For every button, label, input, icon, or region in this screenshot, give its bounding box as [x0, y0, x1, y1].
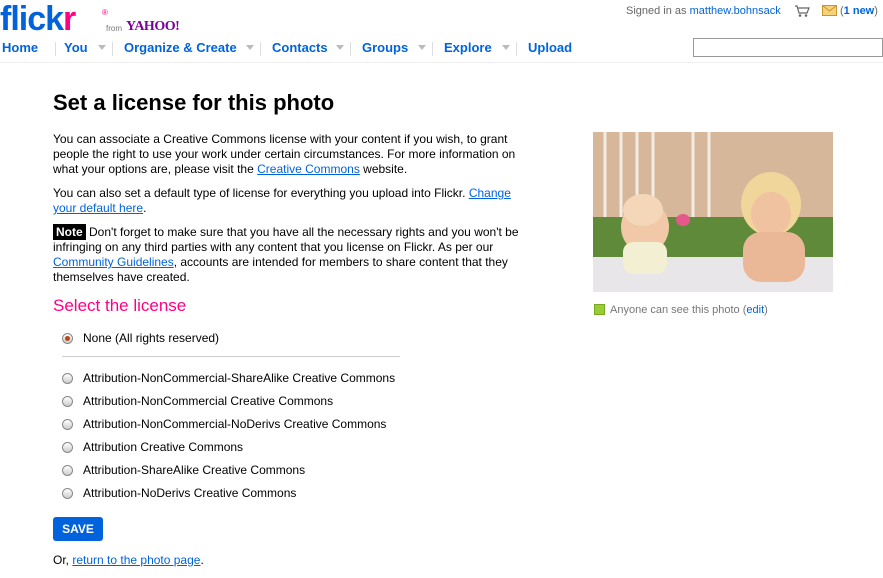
radio-selected[interactable]	[62, 333, 73, 344]
nav-divider	[0, 62, 883, 63]
creative-commons-link[interactable]: Creative Commons	[257, 162, 360, 176]
intro-paragraph: You can associate a Creative Commons lic…	[53, 132, 533, 177]
radio-unselected[interactable]	[62, 419, 73, 430]
license-option[interactable]: Attribution-NonCommercial-NoDerivs Creat…	[62, 417, 386, 431]
default-license-paragraph: You can also set a default type of licen…	[53, 186, 533, 216]
messages-count-link[interactable]: 1 new	[844, 5, 875, 17]
nav-separator	[55, 42, 56, 56]
nav-organize-create[interactable]: Organize & Create	[124, 40, 237, 55]
return-to-photo-link[interactable]: return to the photo page	[72, 553, 200, 567]
photo-thumbnail[interactable]	[593, 132, 833, 292]
search-input[interactable]	[693, 38, 883, 57]
license-option-label: None (All rights reserved)	[83, 331, 220, 345]
logo-text-main: flick	[0, 0, 64, 38]
nav-you-dropdown-icon[interactable]	[98, 45, 106, 50]
flickr-logo[interactable]: flickr ® from YAHOO!	[0, 0, 180, 38]
nav-separator	[432, 42, 433, 56]
nav-upload[interactable]: Upload	[528, 40, 572, 55]
privacy-green-icon	[594, 304, 605, 315]
radio-unselected[interactable]	[62, 442, 73, 453]
license-option[interactable]: Attribution-NonCommercial Creative Commo…	[62, 394, 333, 408]
default-text-end: .	[143, 201, 147, 215]
select-license-heading: Select the license	[53, 296, 187, 315]
radio-unselected[interactable]	[62, 373, 73, 384]
logo-from-text: from	[106, 24, 122, 33]
page-title: Set a license for this photo	[53, 90, 335, 115]
privacy-status: Anyone can see this photo (edit)	[594, 304, 768, 316]
license-option[interactable]: Attribution-ShareAlike Creative Commons	[62, 463, 305, 477]
nav-home[interactable]: Home	[2, 40, 38, 55]
nav-separator	[112, 42, 113, 56]
nav-you[interactable]: You	[64, 40, 88, 55]
new-messages-indicator: (1 new)	[840, 5, 878, 17]
privacy-paren-close: )	[764, 304, 768, 316]
signed-in-status: Signed in as matthew.bohnsack	[626, 5, 781, 17]
nav-contacts[interactable]: Contacts	[272, 40, 328, 55]
nav-groups-dropdown-icon[interactable]	[418, 45, 426, 50]
nav-separator	[260, 42, 261, 56]
license-option[interactable]: Attribution-NonCommercial-ShareAlike Cre…	[62, 371, 395, 385]
license-option-label: Attribution-NonCommercial-NoDerivs Creat…	[83, 417, 387, 431]
nav-explore[interactable]: Explore	[444, 40, 492, 55]
signed-in-label: Signed in as	[626, 5, 687, 17]
radio-unselected[interactable]	[62, 488, 73, 499]
note-text: Don't forget to make sure that you have …	[53, 225, 519, 254]
cart-icon[interactable]	[794, 4, 810, 18]
return-prefix: Or,	[53, 553, 70, 567]
yahoo-logo: YAHOO!	[126, 19, 180, 34]
license-option-label: Attribution-NonCommercial-ShareAlike Cre…	[83, 371, 396, 385]
return-suffix: .	[200, 553, 204, 567]
license-option-label: Attribution-NoDerivs Creative Commons	[83, 486, 297, 500]
license-option-label: Attribution-NonCommercial Creative Commo…	[83, 394, 334, 408]
license-option-none[interactable]: None (All rights reserved)	[62, 331, 219, 345]
nav-groups[interactable]: Groups	[362, 40, 408, 55]
license-option-label: Attribution-ShareAlike Creative Commons	[83, 463, 306, 477]
radio-unselected[interactable]	[62, 465, 73, 476]
nav-separator	[516, 42, 517, 56]
logo-text-accent: r	[63, 0, 76, 38]
community-guidelines-link[interactable]: Community Guidelines	[53, 255, 174, 269]
nav-organize-dropdown-icon[interactable]	[246, 45, 254, 50]
mail-icon[interactable]	[822, 5, 837, 16]
logo-reg-mark: ®	[102, 8, 108, 17]
license-option-label: Attribution Creative Commons	[83, 440, 244, 454]
nav-explore-dropdown-icon[interactable]	[502, 45, 510, 50]
note-paragraph: Note Don't forget to make sure that you …	[53, 224, 533, 285]
license-option[interactable]: Attribution-NoDerivs Creative Commons	[62, 486, 296, 500]
note-badge: Note	[53, 224, 86, 240]
license-option[interactable]: Attribution Creative Commons	[62, 440, 243, 454]
return-line: Or, return to the photo page.	[53, 553, 204, 567]
username-link[interactable]: matthew.bohnsack	[690, 5, 781, 17]
intro-text-end: website.	[363, 162, 408, 176]
save-button[interactable]: SAVE	[53, 517, 103, 541]
radio-unselected[interactable]	[62, 396, 73, 407]
privacy-edit-link[interactable]: edit	[746, 304, 764, 316]
privacy-text: Anyone can see this photo	[610, 304, 740, 316]
options-divider	[62, 356, 400, 357]
nav-separator	[350, 42, 351, 56]
messages-paren-close: )	[874, 5, 878, 17]
nav-contacts-dropdown-icon[interactable]	[336, 45, 344, 50]
default-text: You can also set a default type of licen…	[53, 186, 466, 200]
